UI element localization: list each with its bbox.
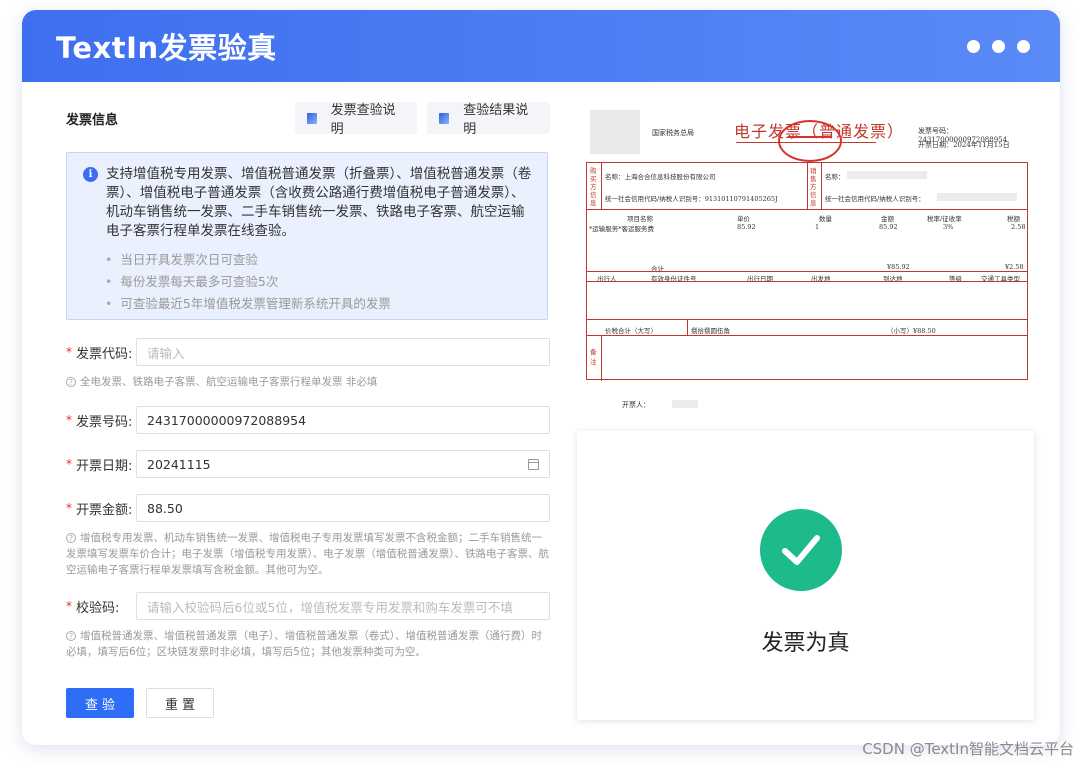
field-label: 发票代码: xyxy=(76,346,133,362)
list-item: 当日开具发票次日可查验 xyxy=(105,249,533,271)
invoice-form: 发票信息 发票查验说明 查验结果说明 i 支持增值税专用发票、增值税普通发票（折… xyxy=(66,102,551,718)
invoice-authority: 国家税务总局 xyxy=(652,129,694,137)
date-value: 20241115 xyxy=(147,456,211,472)
invoice-date-text: 开票日期：2024年11月15日 xyxy=(918,141,1010,149)
title-bar: TextIn发票验真 xyxy=(22,10,1060,82)
check-icon xyxy=(760,509,842,591)
required-mark: * xyxy=(66,345,72,359)
col-unit-price: 单价 xyxy=(737,215,750,223)
calendar-icon[interactable] xyxy=(528,458,539,470)
invoice-check-guide-button[interactable]: 发票查验说明 xyxy=(294,102,418,137)
result-card: 发票为真 xyxy=(577,431,1034,720)
invoice-number-input[interactable]: 24317000000972088954 xyxy=(136,406,550,434)
sum-small: （小写）¥88.50 xyxy=(887,327,936,335)
invoice-number-row: * 发票号码: 24317000000972088954 xyxy=(66,406,550,434)
notice-text: 支持增值税专用发票、增值税普通发票（折叠票）、增值税普通发票（卷票）、增值税电子… xyxy=(106,166,532,239)
bookmark-icon xyxy=(306,112,317,124)
question-icon: ? xyxy=(66,533,76,543)
drawer-label: 开票人： xyxy=(622,401,650,409)
app-window: TextIn发票验真 发票信息 发票查验说明 查验结果说明 i 支持增值税专用发… xyxy=(22,10,1060,745)
question-icon: ? xyxy=(66,631,76,641)
col-item: 项目名称 xyxy=(627,215,653,223)
notice-box: i 支持增值税专用发票、增值税普通发票（折叠票）、增值税普通发票（卷票）、增值税… xyxy=(66,152,548,320)
qr-code xyxy=(590,110,640,154)
field-hint: ? 增值税普通发票、增值税普通发票（电子）、增值税普通发票（卷式）、增值税普通发票… xyxy=(66,630,542,658)
required-mark: * xyxy=(66,501,72,515)
seal-icon xyxy=(778,120,842,162)
check-code-row: * 校验码: 请输入校验码后6位或5位，增值税发票专用发票和购车发票可不填 xyxy=(66,592,550,620)
bookmark-icon xyxy=(439,112,450,124)
field-hint: ? 全电发票、铁路电子客票、航空运输电子客票行程单发票 非必填 xyxy=(66,374,550,390)
app-title: TextIn发票验真 xyxy=(56,31,277,65)
field-label: 开票金额: xyxy=(76,502,133,518)
watermark: CSDN @TextIn智能文档云平台 xyxy=(862,740,1074,758)
buyer-label: 购买方信息 xyxy=(590,167,597,207)
seller-name: 名称： xyxy=(825,173,845,181)
field-label: 发票号码: xyxy=(76,414,133,430)
col-tax: 税额 xyxy=(1007,215,1020,223)
window-controls xyxy=(967,40,1030,53)
invoice-amount-row: * 开票金额: 88.50 xyxy=(66,494,550,522)
item-unit-price: 85.92 xyxy=(737,223,756,231)
invoice-amount-input[interactable]: 88.50 xyxy=(136,494,550,522)
seller-label: 销售方信息 xyxy=(810,167,817,207)
invoice-date-input[interactable]: 20241115 xyxy=(136,450,550,478)
buyer-name: 名称：上海合合信息科技股份有限公司 xyxy=(605,173,716,181)
required-mark: * xyxy=(66,599,72,613)
info-icon: i xyxy=(83,167,98,182)
form-actions: 查验 重置 xyxy=(66,688,550,718)
result-guide-button[interactable]: 查验结果说明 xyxy=(427,102,551,137)
col-rate: 税率/征收率 xyxy=(927,215,962,223)
check-code-input[interactable]: 请输入校验码后6位或5位，增值税发票专用发票和购车发票可不填 xyxy=(136,592,550,620)
invoice-code-input[interactable]: 请输入 xyxy=(136,338,550,366)
required-mark: * xyxy=(66,413,72,427)
field-hint: ? 增值税专用发票、机动车销售统一发票、增值税电子专用发票填写发票不含税金额；二手… xyxy=(66,532,549,576)
seller-tax-id: 统一社会信用代码/纳税人识别号： xyxy=(825,195,925,203)
question-icon: ? xyxy=(66,377,76,387)
list-item: 每份发票每天最多可查验5次 xyxy=(105,271,533,293)
field-label: 校验码: xyxy=(76,600,120,616)
invoice-table: 购买方信息 销售方信息 名称：上海合合信息科技股份有限公司 统一社会信用代码/纳… xyxy=(586,162,1028,381)
item-amount: 85.92 xyxy=(879,223,898,231)
sum-upper: 捌拾捌圆伍角 xyxy=(691,327,730,335)
invoice-code-row: * 发票代码: 请输入 xyxy=(66,338,550,366)
reset-button[interactable]: 重置 xyxy=(146,688,214,718)
button-label: 查验结果说明 xyxy=(463,103,529,137)
required-mark: * xyxy=(66,457,72,471)
item-name: *运输服务*客运服务费 xyxy=(589,225,654,233)
invoice-preview: 国家税务总局 电子发票（普通发票） 发票号码：24317000000972088… xyxy=(586,110,1030,409)
col-quantity: 数量 xyxy=(819,215,832,223)
buyer-tax-id: 统一社会信用代码/纳税人识别号：91310110791405265J xyxy=(605,195,778,203)
form-header: 发票信息 发票查验说明 查验结果说明 xyxy=(66,102,551,137)
item-tax: 2.58 xyxy=(1011,223,1026,231)
dot-icon[interactable] xyxy=(967,40,980,53)
field-label: 开票日期: xyxy=(76,458,133,474)
item-quantity: 1 xyxy=(815,223,820,231)
sum-label: 价税合计（大写） xyxy=(605,327,657,335)
button-label: 发票查验说明 xyxy=(330,103,396,137)
total-tax: ¥2.58 xyxy=(1005,263,1024,271)
item-rate: 3% xyxy=(943,223,954,231)
invoice-date-row: * 开票日期: 20241115 xyxy=(66,450,550,478)
dot-icon[interactable] xyxy=(1017,40,1030,53)
remark-label: 备注 xyxy=(590,348,597,366)
dot-icon[interactable] xyxy=(992,40,1005,53)
verify-button[interactable]: 查验 xyxy=(66,688,134,718)
notice-list: 当日开具发票次日可查验 每份发票每天最多可查验5次 可查验最近5年增值税发票管理… xyxy=(83,249,533,315)
result-text: 发票为真 xyxy=(761,631,850,656)
col-amount: 金额 xyxy=(881,215,894,223)
list-item: 可查验最近5年增值税发票管理新系统开具的发票 xyxy=(105,293,533,315)
total-amount: ¥85.92 xyxy=(887,263,910,271)
section-title: 发票信息 xyxy=(66,112,119,128)
